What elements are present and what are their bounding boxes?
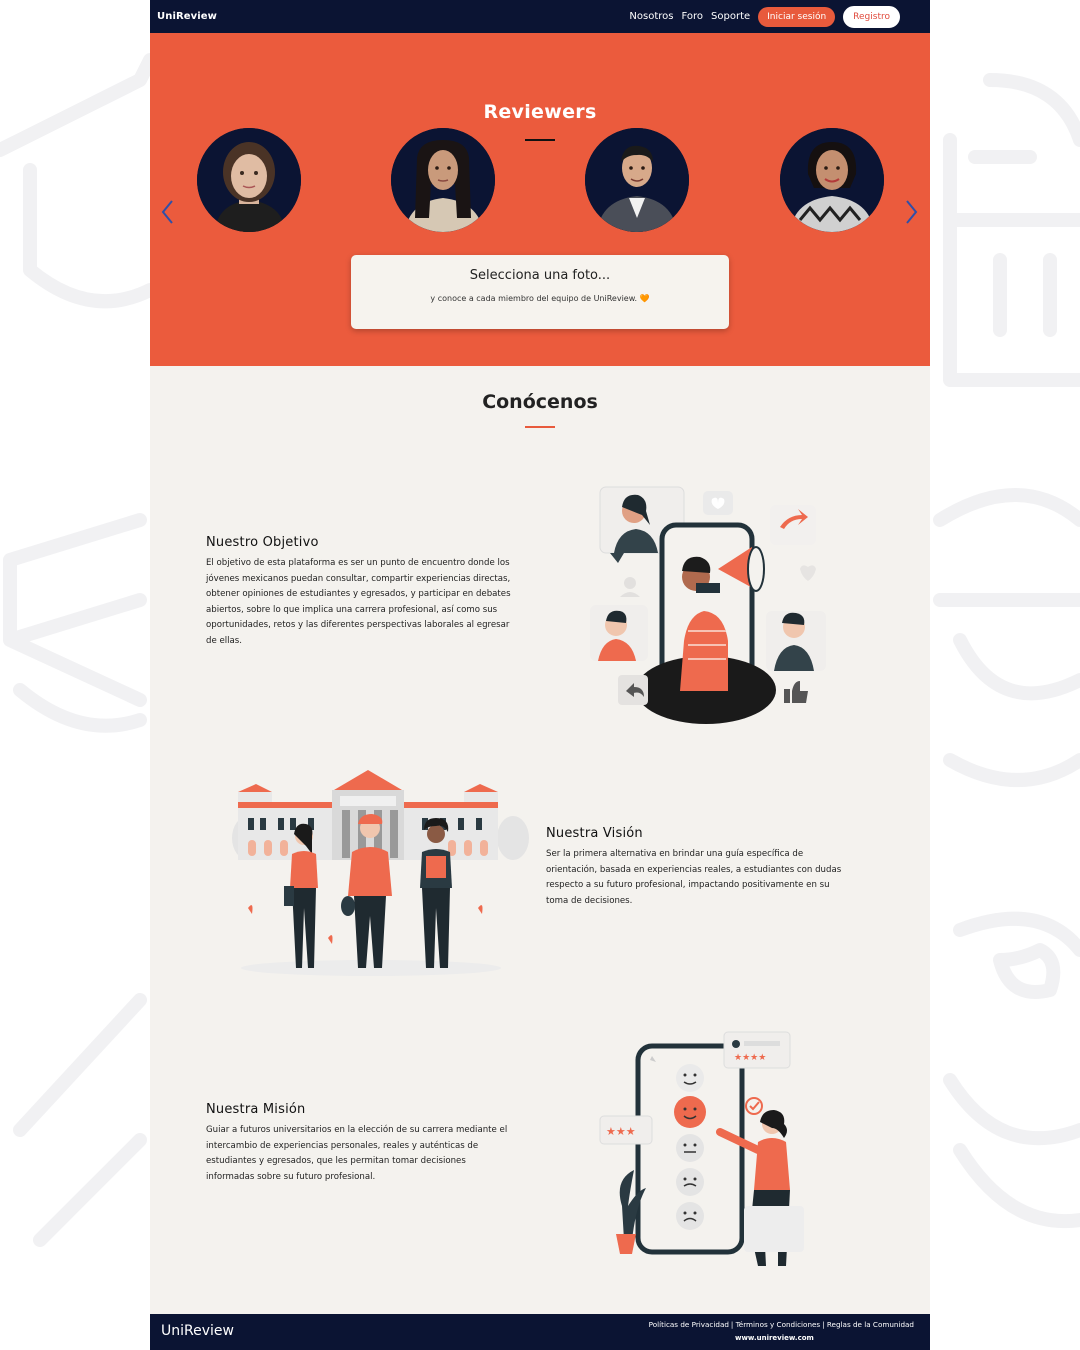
top-navbar: UniReview Nosotros Foro Soporte Iniciar … — [150, 0, 930, 33]
info-card-title: Selecciona una foto... — [469, 268, 611, 283]
footer-url[interactable]: www.unireview.com — [735, 1334, 814, 1342]
footer-links: Políticas de Privacidad | Términos y Cond… — [648, 1320, 914, 1329]
about-title-underline — [525, 426, 555, 428]
brand-logo[interactable]: UniReview — [157, 11, 217, 22]
nav-link-nosotros[interactable]: Nosotros — [629, 11, 673, 22]
objective-text: El objetivo de esta plataforma es ser un… — [206, 558, 511, 646]
carousel-prev-button[interactable] — [158, 197, 176, 227]
chevron-right-icon — [906, 200, 918, 224]
login-button[interactable]: Iniciar sesión — [758, 6, 836, 27]
reviewer-avatar-image — [780, 128, 884, 232]
about-title: Conócenos — [482, 391, 598, 413]
objective-block: Nuestro Objetivo El objetivo de esta pla… — [206, 535, 546, 649]
reviewer-avatar-image — [585, 128, 689, 232]
title-underline — [525, 139, 555, 141]
reviewer-photo-4[interactable] — [780, 128, 884, 232]
footer-link-rules[interactable]: Reglas de la Comunidad — [827, 1320, 914, 1329]
vision-block: Nuestra Visión Ser la primera alternativ… — [546, 826, 876, 909]
reviewer-avatar-image — [391, 128, 495, 232]
objective-title: Nuestro Objetivo — [206, 535, 319, 550]
nav-link-soporte[interactable]: Soporte — [711, 11, 750, 22]
reviewers-section: Reviewers Selecciona una foto... y conoc… — [150, 33, 930, 366]
nav-link-foro[interactable]: Foro — [682, 11, 704, 22]
footer-brand[interactable]: UniReview — [161, 1323, 234, 1339]
svg-text:★★★★: ★★★★ — [734, 1053, 766, 1063]
footer-link-privacy[interactable]: Políticas de Privacidad — [649, 1320, 729, 1329]
nav-links: Nosotros Foro Soporte Iniciar sesión Reg… — [629, 5, 900, 28]
footer: UniReview Políticas de Privacidad | Térmi… — [150, 1314, 930, 1350]
footer-link-terms[interactable]: Términos y Condiciones — [736, 1320, 821, 1329]
reviewer-avatar-image — [197, 128, 301, 232]
megaphone-phone-illustration — [590, 486, 826, 724]
reviewer-info-card: Selecciona una foto... y conoce a cada m… — [351, 255, 729, 329]
rating-feedback-illustration: ★★★★ ★★★ — [599, 1031, 804, 1266]
vision-title: Nuestra Visión — [546, 826, 643, 841]
mission-block: Nuestra Misión Guiar a futuros universit… — [206, 1102, 546, 1185]
info-card-subtitle: y conoce a cada miembro del equipo de Un… — [430, 294, 650, 303]
mission-text: Guiar a futuros universitarios en la ele… — [206, 1125, 508, 1182]
reviewer-photo-1[interactable] — [197, 128, 301, 232]
carousel-next-button[interactable] — [903, 197, 921, 227]
mission-title: Nuestra Misión — [206, 1102, 306, 1117]
page: UniReview Nosotros Foro Soporte Iniciar … — [150, 0, 930, 1350]
reviewers-title: Reviewers — [483, 101, 597, 123]
reviewer-photo-3[interactable] — [585, 128, 689, 232]
chevron-left-icon — [161, 200, 173, 224]
svg-text:★★★: ★★★ — [606, 1125, 636, 1138]
vision-text: Ser la primera alternativa en brindar un… — [546, 849, 842, 906]
register-button[interactable]: Registro — [843, 5, 900, 28]
university-students-illustration — [232, 770, 529, 976]
reviewer-photo-2[interactable] — [391, 128, 495, 232]
